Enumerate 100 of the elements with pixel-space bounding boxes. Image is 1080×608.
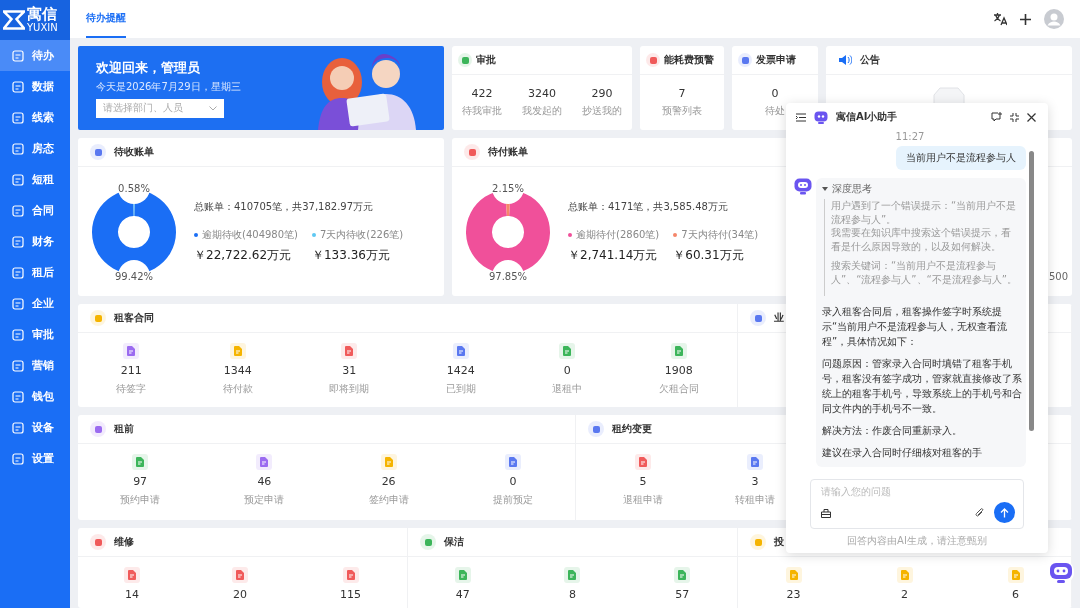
- sidebar-item[interactable]: 企业: [0, 288, 70, 319]
- stat-item[interactable]: 8: [564, 567, 581, 601]
- amount-text: ￥22,722.62万元: [194, 246, 293, 264]
- document-icon: [12, 235, 24, 248]
- stat-item[interactable]: 20: [232, 567, 248, 601]
- paperclip-icon[interactable]: [975, 507, 984, 518]
- answer-text: 录入租客合同后，租客操作签字时系统提示“当前用户不是流程参与人，无权查看流程”，具体情况如下：: [822, 305, 1009, 349]
- logo-name: 寓信: [27, 6, 58, 23]
- thinking-toggle[interactable]: 深度思考: [822, 182, 1022, 196]
- stat-item[interactable]: 47: [454, 567, 471, 601]
- sidebar-item[interactable]: 房态: [0, 133, 70, 164]
- stat-item[interactable]: 0 提前预定: [492, 454, 533, 507]
- data-label: 99.42%: [114, 270, 154, 281]
- sidebar-item[interactable]: 合同: [0, 195, 70, 226]
- document-icon: [12, 80, 24, 93]
- stat-item[interactable]: 5 退租申请: [623, 454, 663, 507]
- close-icon[interactable]: [1027, 112, 1036, 122]
- caret-icon: [822, 186, 828, 192]
- legend-label: 7天内待收(226笔): [320, 227, 404, 242]
- document-icon: [12, 266, 24, 279]
- section-title: 租约变更: [612, 422, 652, 436]
- data-label: 0.58%: [118, 182, 150, 193]
- stat-item[interactable]: 115: [340, 567, 361, 601]
- stat-item[interactable]: 422 待我审批: [462, 87, 502, 118]
- answer-text: 建议在录入合同时仔细核对租客的手: [822, 446, 983, 460]
- chevron-icon: [209, 105, 217, 111]
- stat-item[interactable]: 6: [1007, 567, 1024, 601]
- answer-text: 问题原因：管家录入合同时填错了租客手机号，租客没有签字成功，管家就直接修改了系统上的租客手机号，导致系统上的手机号和合同文件内的手机号不一致。: [822, 357, 1022, 416]
- stat-item[interactable]: 46 预定申请: [244, 454, 285, 507]
- stat-item[interactable]: 0 待处: [765, 87, 785, 118]
- card-title: 待付账单: [488, 145, 528, 159]
- document-icon: [12, 359, 24, 372]
- stat-item[interactable]: 211 待签字: [116, 343, 147, 396]
- sidebar-item[interactable]: 设置: [0, 443, 70, 474]
- sidebar-item[interactable]: 短租: [0, 164, 70, 195]
- sidebar-item[interactable]: 设备: [0, 412, 70, 443]
- plus-icon[interactable]: [1019, 12, 1032, 26]
- stat-item[interactable]: 1908 欠租合同: [658, 343, 699, 396]
- stat-item[interactable]: 31 即将到期: [329, 343, 370, 396]
- new-chat-icon[interactable]: [991, 112, 1002, 122]
- stat-item[interactable]: 3 转租申请: [735, 454, 775, 507]
- welcome-title: 欢迎回来，管理员: [96, 58, 201, 77]
- stat-item[interactable]: 26 签约申请: [368, 454, 409, 507]
- card-title: 能耗费预警: [664, 53, 714, 67]
- toolbox-icon[interactable]: [821, 507, 831, 518]
- disclaimer-text: 回答内容由AI生成，请注意甄别: [847, 534, 987, 548]
- amount-text: ￥2,741.14万元: [568, 246, 659, 264]
- page-tab[interactable]: 待办提醒: [86, 0, 126, 38]
- fullscreen-icon[interactable]: [1010, 112, 1019, 122]
- stat-item[interactable]: 3240 我发起的: [522, 87, 562, 118]
- answer-text: 解决方法：作废合同重新录入。: [822, 424, 963, 438]
- thinking-text: 搜索关键词：“当前用户不是流程参与人”、“流程参与人”、“不是流程参与人”。: [831, 259, 1018, 286]
- section-title: 业: [774, 311, 784, 325]
- send-button[interactable]: [994, 502, 1015, 523]
- total-text: 总账单：4171笔，共3,585.48万元: [568, 199, 729, 214]
- data-label: 97.85%: [488, 270, 528, 281]
- date-text: 今天是2026年7月29日，星期三: [96, 79, 241, 94]
- stat-item[interactable]: 290 抄送我的: [582, 87, 622, 118]
- card-title: 发票申请: [756, 53, 796, 67]
- stat-item[interactable]: 1344 待付款: [222, 343, 253, 396]
- document-icon: [12, 111, 24, 124]
- sidebar-item[interactable]: 租后: [0, 257, 70, 288]
- translate-icon[interactable]: [993, 12, 1007, 26]
- document-icon: [12, 390, 24, 403]
- assistant-title: 寓信AI小助手: [836, 110, 898, 124]
- section-title: 投: [774, 535, 784, 549]
- sidebar-item[interactable]: 审批: [0, 319, 70, 350]
- legend-label: 逾期待付(2860笔): [576, 227, 660, 242]
- scrollbar[interactable]: [1029, 151, 1034, 431]
- sidebar-item[interactable]: 数据: [0, 71, 70, 102]
- sidebar-item[interactable]: 线索: [0, 102, 70, 133]
- list-icon[interactable]: [796, 112, 806, 122]
- document-icon: [12, 297, 24, 310]
- user-message: 当前用户不是流程参与人: [896, 146, 1026, 170]
- document-icon: [12, 142, 24, 155]
- stat-item[interactable]: 7 预警列表: [662, 87, 702, 118]
- amount-text: ￥133.36万元: [312, 246, 391, 264]
- card-title: 公告: [860, 53, 880, 67]
- stat-item[interactable]: 57: [674, 567, 691, 601]
- stat-item[interactable]: 97 预约申请: [120, 454, 161, 507]
- document-icon: [12, 49, 24, 62]
- card-title: 审批: [476, 53, 496, 67]
- sidebar-item[interactable]: 财务: [0, 226, 70, 257]
- stat-item[interactable]: 23: [785, 567, 802, 601]
- legend-label: 逾期待收(404980笔): [202, 227, 298, 242]
- axis-label: 500: [1048, 271, 1068, 282]
- stat-item[interactable]: 14: [124, 567, 140, 601]
- stat-item[interactable]: 0 退租中: [552, 343, 583, 396]
- amount-text: ￥60.31万元: [673, 246, 745, 264]
- thinking-text: 我需要在知识库中搜索这个错误提示，看看是什么原因导致的，以及如何解决。: [831, 226, 1012, 253]
- card-title: 待收账单: [114, 145, 154, 159]
- section-title: 维修: [114, 535, 134, 549]
- total-text: 总账单：410705笔，共37,182.97万元: [194, 199, 375, 214]
- stat-item[interactable]: 1424 已到期: [445, 343, 476, 396]
- section-title: 租客合同: [114, 311, 154, 325]
- data-label: 2.15%: [492, 182, 524, 193]
- sidebar-item[interactable]: 钱包: [0, 381, 70, 412]
- document-icon: [12, 173, 24, 186]
- sidebar-item[interactable]: 营销: [0, 350, 70, 381]
- stat-item[interactable]: 2: [896, 567, 913, 601]
